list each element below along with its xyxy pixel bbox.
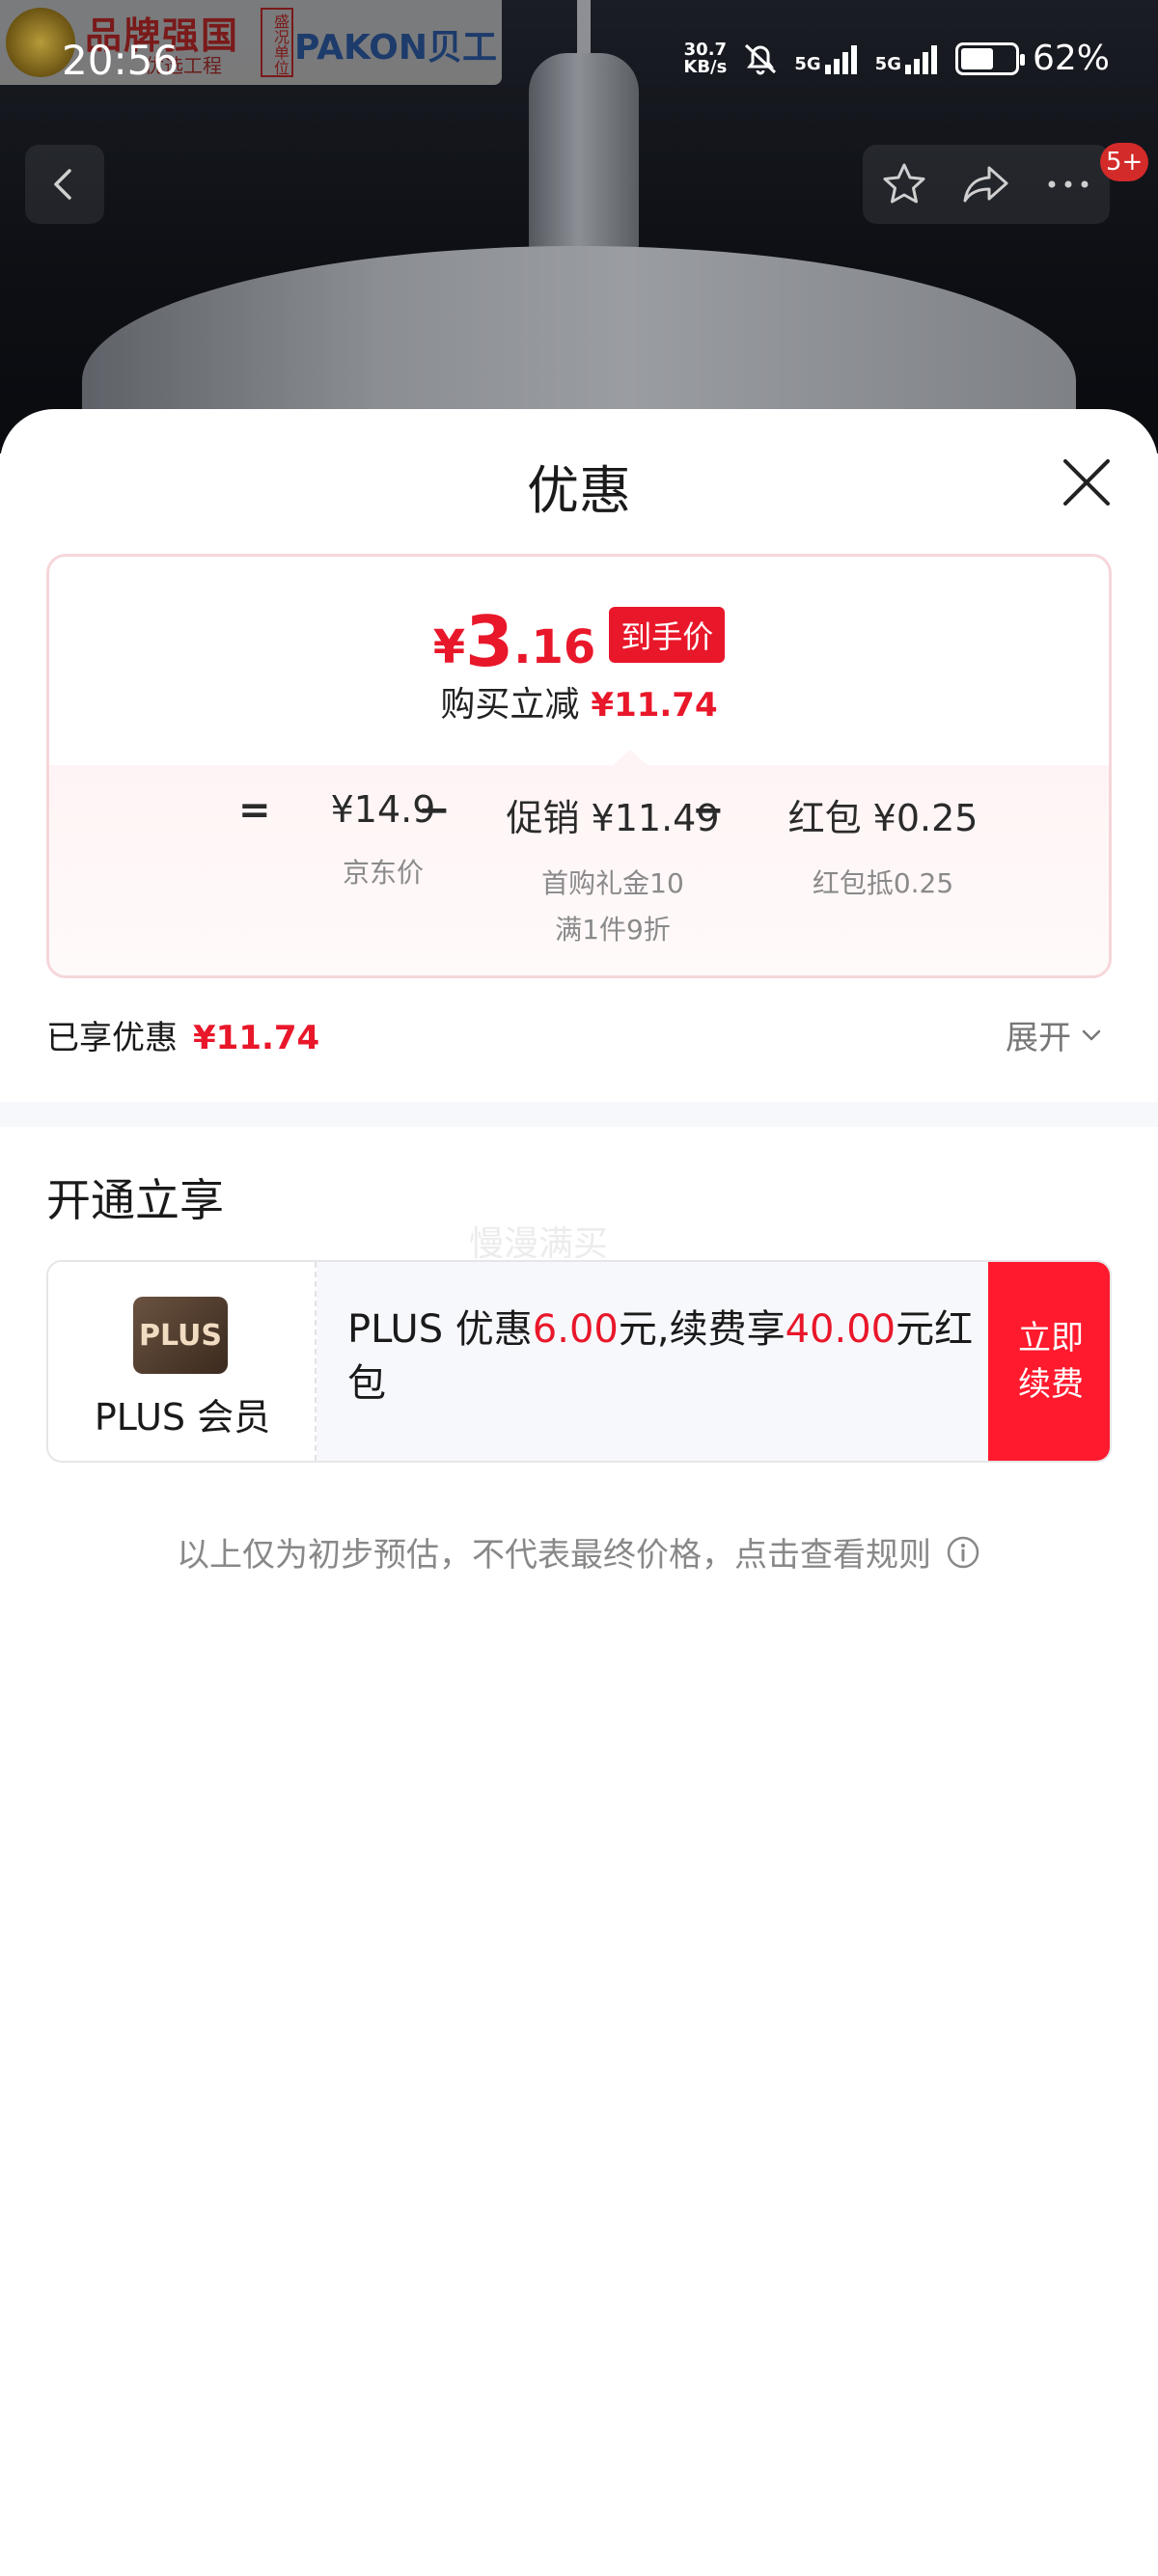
calc-item-sub: 首购礼金10 [541,867,684,899]
signal-2-label: 5G [874,53,901,74]
final-price-integer: 3 [465,601,514,682]
calc-item-sub: 京东价 [342,857,424,889]
status-bar-right: 30.7 KB/s 5G 5G 62% [683,39,1110,78]
instant-reduce-amount: ¥11.74 [591,686,718,725]
minus-sign: − [692,788,725,833]
calc-item-redpacket: 红包 ¥0.25 红包抵0.25 [738,788,1028,907]
info-icon [947,1536,979,1568]
lamp-cord [577,0,591,58]
battery-icon [954,41,1025,75]
final-price-section: ¥ 3 .16 到手价 购买立减 ¥11.74 [49,557,1109,765]
price-disclaimer-link[interactable]: 以上仅为初步预估，不代表最终价格，点击查看规则 [0,1528,1158,1576]
calc-item-sub: 红包抵0.25 [812,867,954,899]
final-price-row: ¥ 3 .16 到手价 [49,607,1109,676]
lamp-socket [529,53,639,256]
net-speed: 30.7 KB/s [683,41,727,76]
calc-item-sub: 满1件9折 [555,914,671,945]
brand-tag: 盛况单位 [261,8,293,77]
instant-reduce-row: 购买立减 ¥11.74 [49,676,1109,726]
final-price-decimal: .16 [513,620,596,674]
close-button[interactable] [1058,453,1116,511]
price-breakdown-card: ¥ 3 .16 到手价 购买立减 ¥11.74 = ¥14.9 京东价 − 促销 … [46,554,1112,978]
open-section-title: 开通立享 [46,1174,224,1226]
plus-membership-card[interactable]: PLUS PLUS 会员 PLUS 优惠6.00元,续费享40.00元红包 立即… [46,1260,1112,1463]
close-icon [1063,459,1110,506]
price-calculation-section: = ¥14.9 京东价 − 促销 ¥11.49 首购礼金10 满1件9折 − 红… [49,750,1109,975]
share-icon [963,166,1008,203]
signal-1-label: 5G [794,53,821,74]
battery-percent: 62% [1032,39,1110,78]
signal-bars-icon [824,44,857,74]
expand-label: 展开 [1006,1019,1071,1057]
section-divider [0,1102,1158,1127]
plus-desc-mid: 元,续费享 [618,1307,786,1352]
product-image-area: 品牌强国 优选工程 盛况单位 PAKON贝工 20:56 30.7 KB/s 5… [0,0,1158,453]
chevron-left-icon [54,169,71,200]
plus-benefit-description: PLUS 优惠6.00元,续费享40.00元红包 [347,1302,984,1411]
expand-button[interactable]: 展开 [1006,1011,1104,1058]
enjoyed-discount-label: 已享优惠 [46,1019,178,1057]
more-button[interactable] [1037,153,1099,215]
renew-now-button[interactable]: 立即续费 [988,1262,1110,1461]
calc-item-sub-list: 首购礼金10 满1件9折 [468,861,758,953]
final-price-currency: ¥ [432,620,466,674]
plus-member-name: PLUS 会员 [94,1396,271,1439]
signal-bars-icon [904,44,937,74]
notch-pointer [613,750,648,765]
favorite-button[interactable] [873,153,935,215]
mute-bell-icon [745,43,777,74]
battery-fill [960,47,994,69]
nav-action-group [863,145,1110,224]
watermark-text: 慢漫满买 [469,1224,609,1264]
plus-desc-amount-redpacket: 40.00 [785,1307,896,1352]
minus-sign: − [418,788,451,833]
enjoyed-discount-row: 已享优惠 ¥11.74 [46,1011,319,1058]
back-button[interactable] [25,145,104,224]
calc-item-main: 红包 ¥0.25 [787,797,979,839]
discount-sheet: 优惠 ¥ 3 .16 到手价 购买立减 ¥11.74 = ¥14.9 京东价 −… [0,409,1158,2576]
equals-sign: = [238,788,271,833]
share-button[interactable] [955,153,1017,215]
enjoyed-discount-amount: ¥11.74 [193,1019,320,1057]
disclaimer-text: 以上仅为初步预估，不代表最终价格，点击查看规则 [177,1536,931,1575]
more-icon [1048,180,1089,188]
final-price-tag: 到手价 [609,607,726,663]
plus-desc-prefix: PLUS 优惠 [347,1307,533,1352]
notification-badge: 5+ [1100,143,1149,181]
sheet-title: 优惠 [527,460,631,521]
instant-reduce-label: 购买立减 [440,685,580,725]
net-speed-unit: KB/s [683,56,728,77]
chevron-down-icon [1082,1029,1101,1040]
star-icon [883,163,925,204]
plus-member-block: PLUS PLUS 会员 [48,1262,317,1461]
plus-desc-amount-discount: 6.00 [532,1307,619,1352]
plus-logo: PLUS [133,1297,228,1374]
status-time: 20:56 [62,37,179,84]
brand-name-en: PAKON贝工 [294,28,497,68]
net-speed-value: 30.7 [683,39,728,60]
